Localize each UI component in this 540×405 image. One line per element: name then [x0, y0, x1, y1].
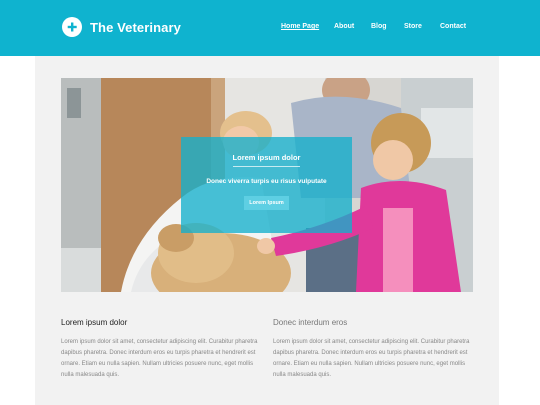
column-title: Lorem ipsum dolor: [61, 318, 128, 327]
hero-overlay-panel: Lorem ipsum dolor Donec viverra turpis e…: [181, 137, 352, 233]
hero-subtitle: Donec viverra turpis eu risus vulputate: [206, 178, 327, 185]
page-margin-left: [0, 56, 35, 405]
nav-home-page[interactable]: Home Page: [281, 23, 319, 30]
hero-title: Lorem ipsum dolor: [232, 153, 301, 162]
hero-cta-button[interactable]: Lorem Ipsum: [244, 196, 289, 210]
nav-blog[interactable]: Blog: [371, 23, 387, 30]
nav-contact[interactable]: Contact: [440, 23, 466, 30]
content-column-left: Lorem ipsum dolor Lorem ipsum dolor sit …: [61, 318, 261, 381]
hero-divider: [233, 166, 300, 167]
main-nav: Home Page About Blog Store Contact: [0, 23, 540, 35]
page-margin-right: [499, 56, 540, 405]
column-title: Donec interdum eros: [273, 318, 348, 327]
column-text: Lorem ipsum dolor sit amet, consectetur …: [273, 339, 470, 378]
content-column-right: Donec interdum eros Lorem ipsum dolor si…: [273, 318, 473, 381]
nav-about[interactable]: About: [334, 23, 354, 30]
nav-store[interactable]: Store: [404, 23, 422, 30]
header-bar: The Veterinary Home Page About Blog Stor…: [0, 0, 540, 56]
column-text: Lorem ipsum dolor sit amet, consectetur …: [61, 339, 258, 378]
